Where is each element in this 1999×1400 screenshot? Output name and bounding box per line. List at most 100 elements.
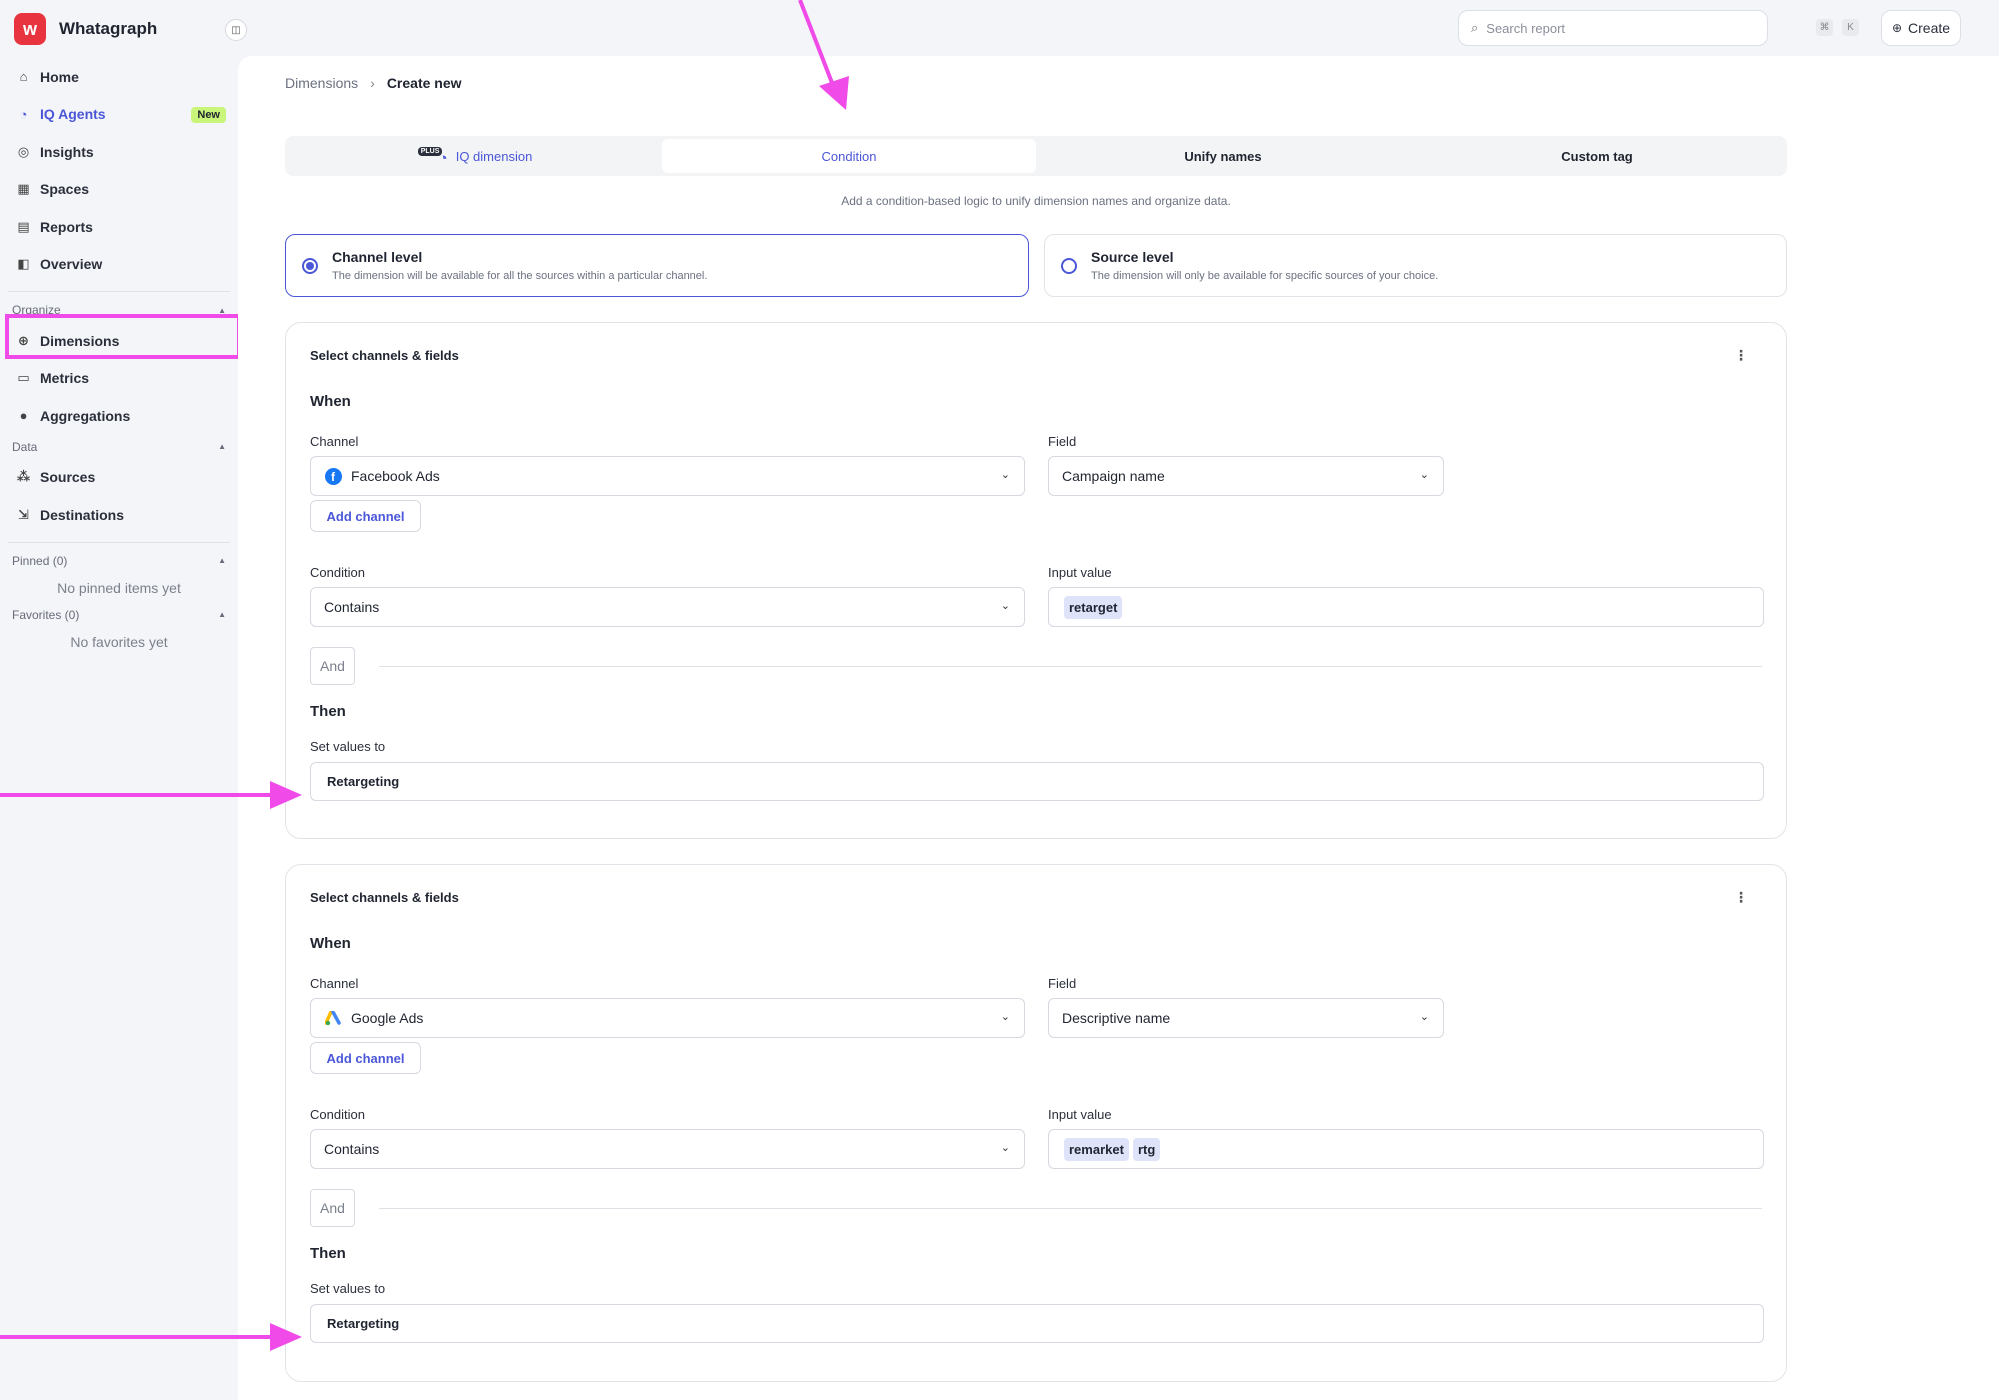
facebook-icon: f [324,467,342,485]
iq-icon: ◔ [19,106,28,122]
sidebar-item-reports[interactable]: ▤ Reports [8,208,230,246]
new-badge: New [191,106,226,123]
divider [379,1208,1762,1209]
sidebar-item-aggregations[interactable]: ● Aggregations [8,397,230,435]
value-tag[interactable]: remarket [1064,1137,1129,1161]
sidebar-item-spaces[interactable]: ▦ Spaces [8,171,230,209]
divider [379,666,1762,667]
add-channel-button[interactable]: Add channel [310,1042,421,1074]
reports-icon: ▤ [17,218,30,234]
sources-icon: ⁂ [16,469,31,485]
input-value-field[interactable]: remarket rtg [1048,1129,1764,1169]
dimension-type-tabs: PLUS ◔ IQ dimension Condition Unify name… [285,136,1787,176]
search-placeholder: Search report [1486,20,1566,36]
chevron-down-icon: ⌄ [1000,600,1010,612]
tab-custom-tag[interactable]: Custom tag [1410,139,1784,173]
sidebar-collapse-button[interactable]: ◫ [225,19,247,41]
sidebar-item-iq-agents[interactable]: ◔ IQ Agents New [8,96,230,134]
section-header-favorites[interactable]: Favorites (0) ▲ [8,603,230,627]
sidebar-item-label: Aggregations [40,407,131,424]
iq-icon: ◔ [438,150,448,167]
brand[interactable]: w Whatagraph [8,0,230,58]
field-select[interactable]: Descriptive name ⌄ [1048,998,1444,1038]
tab-label: Condition [821,148,877,164]
sidebar-item-destinations[interactable]: ⇲ Destinations [8,496,230,534]
and-button[interactable]: And [310,1189,355,1227]
sidebar-item-label: Overview [40,256,103,273]
google-ads-icon [324,1009,342,1027]
section-title: Data [12,439,38,454]
sidebar-item-home[interactable]: ⌂ Home [8,58,230,96]
shortcut-key-k: K [1842,19,1859,36]
channel-label: Channel [310,976,359,991]
sidebar-item-label: Insights [40,143,94,160]
breadcrumb-dimensions[interactable]: Dimensions [285,75,358,91]
section-header-data[interactable]: Data ▲ [8,435,230,459]
sidebar-item-sources[interactable]: ⁂ Sources [8,459,230,497]
condition-card: Select channels & fields ⋮ When Channel … [285,322,1787,839]
search-input[interactable]: ⌕ Search report [1458,10,1768,46]
condition-select[interactable]: Contains ⌄ [310,587,1025,627]
add-channel-button[interactable]: Add channel [310,500,421,532]
radio-channel-level[interactable] [302,258,318,274]
destinations-icon: ⇲ [18,506,29,522]
input-value-field[interactable]: retarget [1048,587,1764,627]
value-tag[interactable]: retarget [1064,595,1123,619]
set-value-input[interactable]: Retargeting [310,1304,1764,1343]
favorites-empty-note: No favorites yet [70,633,168,650]
radio-source-level[interactable] [1061,258,1077,274]
more-options-icon[interactable]: ⋮ [1734,347,1748,364]
card-header: Select channels & fields [310,348,459,363]
insights-icon: ◎ [17,143,30,159]
aggregations-icon: ● [19,408,28,424]
breadcrumb: Dimensions › Create new [285,75,462,91]
level-description: The dimension will be available for all … [332,270,708,282]
chevron-down-icon: ⌄ [1000,469,1010,481]
tabs-hint: Add a condition-based logic to unify dim… [841,194,1231,208]
breadcrumb-current: Create new [386,75,462,91]
tab-condition[interactable]: Condition [662,139,1036,173]
chevron-down-icon: ⌄ [1419,1011,1429,1023]
section-title: Pinned (0) [12,553,68,568]
more-options-icon[interactable]: ⋮ [1734,889,1748,906]
sidebar-item-overview[interactable]: ◧ Overview [8,246,230,284]
channel-select[interactable]: f Facebook Ads ⌄ [310,456,1025,496]
sidebar-item-label: Spaces [40,181,90,198]
chevron-right-icon: › [370,75,375,91]
value-tag[interactable]: rtg [1132,1137,1161,1161]
field-select[interactable]: Campaign name ⌄ [1048,456,1444,496]
sidebar-item-label: Metrics [40,370,90,387]
and-button[interactable]: And [310,647,355,685]
level-title: Source level [1091,249,1174,265]
tab-iq-dimension[interactable]: PLUS ◔ IQ dimension [288,139,662,173]
set-value-input[interactable]: Retargeting [310,762,1764,801]
set-values-label: Set values to [310,739,386,754]
source-level-option[interactable]: Source level The dimension will only be … [1044,234,1787,297]
section-header-pinned[interactable]: Pinned (0) ▲ [8,549,230,573]
sidebar-item-metrics[interactable]: ▭ Metrics [8,360,230,398]
sidebar: w Whatagraph ⌂ Home ◔ IQ Agents New ◎ In… [0,0,238,1400]
annotation-highlight-box [5,314,241,359]
tab-label: Unify names [1184,148,1262,164]
channel-level-option[interactable]: Channel level The dimension will be avai… [285,234,1029,297]
main-panel: Dimensions › Create new PLUS ◔ IQ dimens… [238,56,1999,1400]
condition-select[interactable]: Contains ⌄ [310,1129,1025,1169]
tab-unify-names[interactable]: Unify names [1036,139,1410,173]
chevron-up-icon: ▲ [218,556,226,565]
metrics-icon: ▭ [17,370,30,386]
plus-iq-icon: PLUS ◔ [417,147,448,167]
field-label: Field [1048,434,1077,449]
channel-value: Facebook Ads [351,468,440,484]
channel-select[interactable]: Google Ads ⌄ [310,998,1025,1038]
chevron-up-icon: ▲ [218,442,226,451]
pinned-empty-note: No pinned items yet [57,579,181,596]
create-button[interactable]: ⊕ Create [1881,10,1961,46]
sidebar-item-insights[interactable]: ◎ Insights [8,133,230,171]
card-header: Select channels & fields [310,890,459,905]
spaces-icon: ▦ [17,181,30,197]
search-icon: ⌕ [1471,20,1479,35]
when-heading: When [310,393,351,410]
then-heading: Then [310,703,346,720]
condition-label: Condition [310,1107,365,1122]
create-label: Create [1908,20,1951,36]
